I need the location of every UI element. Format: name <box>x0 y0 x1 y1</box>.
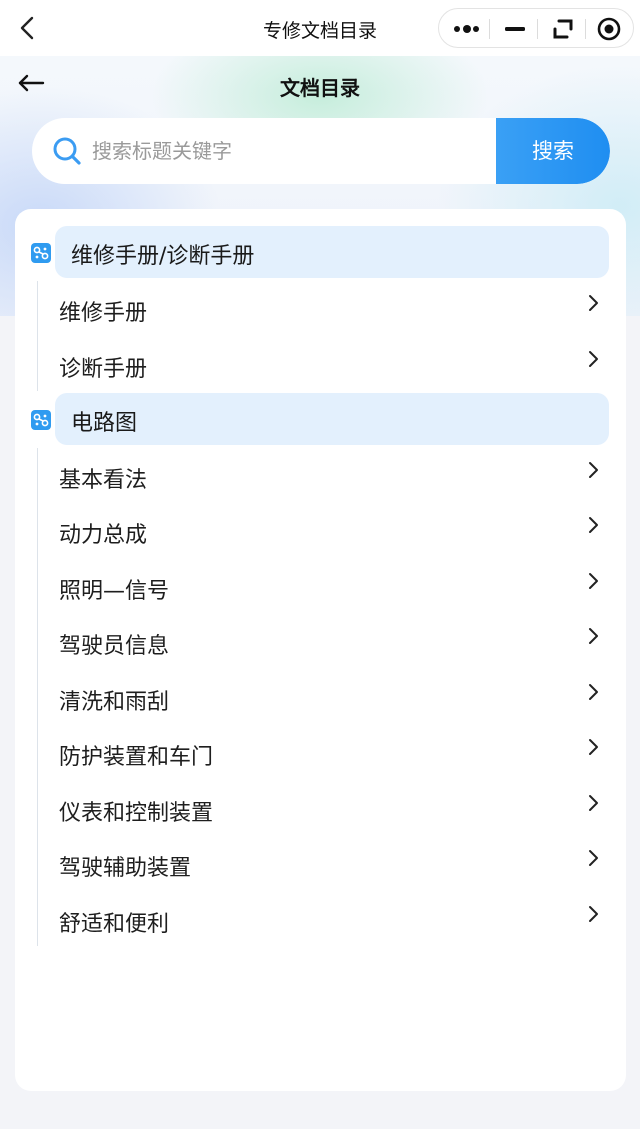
list-item[interactable]: 基本看法 <box>43 449 609 501</box>
chevron-right-icon <box>587 903 601 925</box>
search-icon <box>52 136 82 166</box>
search-bar: 搜索 <box>32 118 610 184</box>
list-item[interactable]: 驾驶员信息 <box>43 615 609 667</box>
capsule-divider <box>537 19 538 39</box>
link-icon <box>31 243 51 263</box>
list-item[interactable]: 驾驶辅助装置 <box>43 837 609 889</box>
item-label: 动力总成 <box>59 523 148 548</box>
list-item[interactable]: 维修手册 <box>43 282 609 334</box>
restore-icon[interactable] <box>539 9 587 49</box>
chevron-right-icon <box>587 736 601 758</box>
item-label: 防护装置和车门 <box>59 745 214 770</box>
item-label: 基本看法 <box>59 468 148 493</box>
list-item[interactable]: 清洗和雨刮 <box>43 671 609 723</box>
tree-line <box>37 448 38 946</box>
list-item[interactable]: 仪表和控制装置 <box>43 782 609 834</box>
list-item[interactable]: 诊断手册 <box>43 338 609 390</box>
chevron-right-icon <box>587 348 601 370</box>
search-input[interactable] <box>92 132 492 170</box>
record-circle-icon[interactable] <box>585 9 633 49</box>
group-label: 维修手册/诊断手册 <box>71 244 255 269</box>
item-label: 驾驶辅助装置 <box>59 856 192 881</box>
more-dots-icon[interactable] <box>443 9 491 49</box>
chevron-right-icon <box>587 570 601 592</box>
item-label: 维修手册 <box>59 301 148 326</box>
list-item[interactable]: 动力总成 <box>43 504 609 556</box>
tree-line <box>37 281 38 391</box>
capsule-divider <box>489 19 490 39</box>
group-header[interactable]: 维修手册/诊断手册 <box>55 226 609 278</box>
link-icon <box>31 410 51 430</box>
chevron-right-icon <box>587 792 601 814</box>
item-label: 清洗和雨刮 <box>59 690 170 715</box>
item-label: 仪表和控制装置 <box>59 801 214 826</box>
item-label: 诊断手册 <box>59 357 148 382</box>
chevron-right-icon <box>587 514 601 536</box>
nav-bar: 专修文档目录 <box>0 0 640 56</box>
catalog-card: 维修手册/诊断手册 维修手册 诊断手册 电路图 基本看法 动力总成 照明—信号 <box>15 209 626 1091</box>
group-header[interactable]: 电路图 <box>55 393 609 445</box>
item-label: 照明—信号 <box>59 579 170 604</box>
group-label: 电路图 <box>71 411 138 436</box>
list-item[interactable]: 舒适和便利 <box>43 893 609 945</box>
chevron-right-icon <box>587 847 601 869</box>
search-button[interactable]: 搜索 <box>496 118 610 184</box>
chevron-right-icon <box>587 681 601 703</box>
item-label: 驾驶员信息 <box>59 634 170 659</box>
chevron-right-icon <box>587 292 601 314</box>
capsule-menu <box>438 8 634 48</box>
chevron-right-icon <box>587 459 601 481</box>
minus-icon[interactable] <box>491 9 539 49</box>
chevron-right-icon <box>587 625 601 647</box>
page-title: 文档目录 <box>280 76 360 100</box>
list-item[interactable]: 照明—信号 <box>43 560 609 612</box>
list-item[interactable]: 防护装置和车门 <box>43 726 609 778</box>
item-label: 舒适和便利 <box>59 912 170 937</box>
